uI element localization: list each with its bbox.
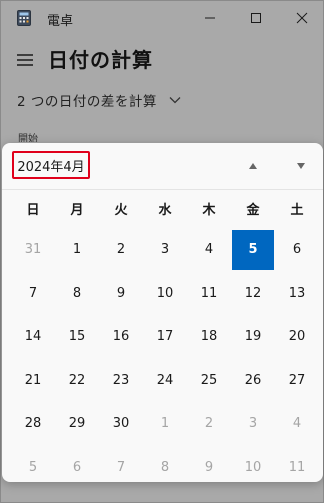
calendar-day[interactable]: 11: [275, 446, 319, 490]
triangle-down-icon: [297, 163, 305, 169]
app-window: 電卓 日付の計算 2 つの日付の差を計算 開始 2024年4月 日 月 火 水 …: [0, 0, 324, 503]
calendar-day[interactable]: 20: [275, 315, 319, 359]
weekday-label: 金: [246, 202, 260, 218]
calendar-day[interactable]: 22: [55, 359, 99, 403]
weekday-label: 水: [158, 202, 172, 218]
calendar-day[interactable]: 9: [99, 272, 143, 316]
weekday-label: 月: [70, 202, 84, 218]
maximize-icon: [251, 13, 261, 23]
calendar-day[interactable]: 27: [275, 359, 319, 403]
calendar-day[interactable]: 2: [99, 228, 143, 272]
weekday-label: 日: [26, 202, 40, 218]
calendar-day[interactable]: 30: [99, 402, 143, 446]
title-bar: 電卓: [1, 1, 323, 35]
calendar-day-selected[interactable]: 5: [232, 230, 274, 270]
weekday-label: 火: [114, 202, 128, 218]
days-grid: 31 1 2 3 4 5 6 7 8 9 10 11 12 13 14 15 16 17 18 19 20 21 22 23 2…: [11, 228, 317, 478]
calendar-day[interactable]: 6: [275, 228, 319, 272]
weekday-label: 土: [290, 202, 304, 218]
page-title: 日付の計算: [48, 48, 153, 72]
weekday-header-row: 日月火水木金土: [11, 190, 317, 226]
calendar-day[interactable]: 8: [55, 272, 99, 316]
calendar-day[interactable]: 14: [11, 315, 55, 359]
calendar-day[interactable]: 24: [143, 359, 187, 403]
calendar-day[interactable]: 21: [11, 359, 55, 403]
calendar-day[interactable]: 16: [99, 315, 143, 359]
calendar-day[interactable]: 12: [231, 272, 275, 316]
chevron-down-icon: [169, 97, 181, 104]
maximize-button[interactable]: [233, 1, 279, 35]
calendar-day[interactable]: 19: [231, 315, 275, 359]
calendar-day[interactable]: 7: [99, 446, 143, 490]
calendar-day[interactable]: 7: [11, 272, 55, 316]
calendar-day[interactable]: 2: [187, 402, 231, 446]
calendar-day[interactable]: 5: [11, 446, 55, 490]
calendar-day[interactable]: 23: [99, 359, 143, 403]
calendar-header: 2024年4月: [2, 143, 323, 190]
calendar-day[interactable]: 9: [187, 446, 231, 490]
app-title: 電卓: [47, 14, 74, 29]
minimize-icon: [205, 17, 215, 19]
calendar-day[interactable]: 4: [275, 402, 319, 446]
calendar-popup: 2024年4月 日月火水木金土 31 1 2 3 4 5 6 7 8 9 10 11 12 13 14 15 1…: [2, 143, 323, 482]
calendar-day[interactable]: 3: [231, 402, 275, 446]
minimize-button[interactable]: [187, 1, 233, 35]
calendar-day[interactable]: 28: [11, 402, 55, 446]
start-date-label: 開始: [18, 134, 38, 142]
weekday-label: 木: [202, 202, 216, 218]
close-icon: [296, 12, 308, 24]
calendar-day[interactable]: 8: [143, 446, 187, 490]
calendar-day[interactable]: 10: [231, 446, 275, 490]
calendar-day[interactable]: 25: [187, 359, 231, 403]
calendar-day[interactable]: 11: [187, 272, 231, 316]
calendar-day[interactable]: 15: [55, 315, 99, 359]
month-year-button[interactable]: 2024年4月: [12, 151, 90, 179]
calendar-day[interactable]: 17: [143, 315, 187, 359]
calendar-day[interactable]: 13: [275, 272, 319, 316]
calendar-day[interactable]: 1: [55, 228, 99, 272]
calendar-day[interactable]: 31: [11, 228, 55, 272]
calendar-day[interactable]: 6: [55, 446, 99, 490]
calculator-icon: [17, 10, 31, 26]
calendar-day[interactable]: 10: [143, 272, 187, 316]
calendar-day[interactable]: 1: [143, 402, 187, 446]
calendar-day[interactable]: 26: [231, 359, 275, 403]
next-month-button[interactable]: [286, 153, 316, 179]
hamburger-menu-icon[interactable]: [15, 52, 35, 68]
previous-month-button[interactable]: [238, 153, 268, 179]
calendar-day[interactable]: 4: [187, 228, 231, 272]
close-button[interactable]: [279, 1, 324, 35]
calendar-day[interactable]: 3: [143, 228, 187, 272]
triangle-up-icon: [249, 163, 257, 169]
calendar-day[interactable]: 18: [187, 315, 231, 359]
mode-dropdown[interactable]: 2 つの日付の差を計算: [17, 89, 181, 111]
calendar-day[interactable]: 29: [55, 402, 99, 446]
mode-dropdown-label: 2 つの日付の差を計算: [17, 94, 157, 110]
